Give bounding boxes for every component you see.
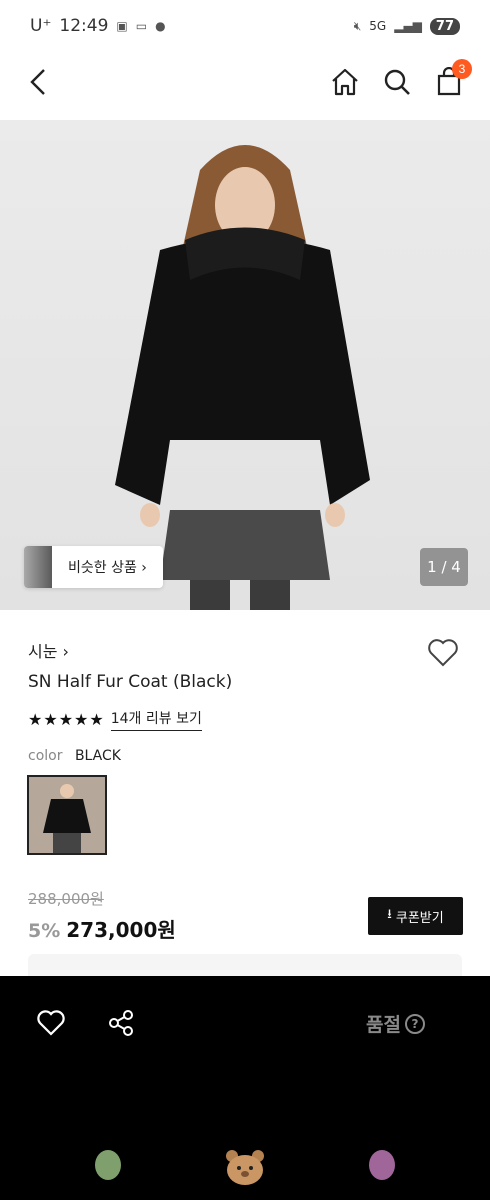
network-label: 5G xyxy=(369,19,387,33)
color-label: color xyxy=(28,748,63,764)
image-page-indicator: 1 / 4 xyxy=(420,548,468,586)
soldout-status: 품절 ? xyxy=(366,1010,425,1037)
rating-stars: ★★★★★ xyxy=(28,710,105,729)
price-row: 5% 273,000원 xyxy=(28,914,176,943)
discount-rate: 5% xyxy=(28,920,61,942)
help-icon[interactable]: ? xyxy=(404,1013,425,1034)
bottom-actions xyxy=(36,1008,136,1042)
review-link[interactable]: 14개 리뷰 보기 xyxy=(110,708,202,731)
share-icon[interactable] xyxy=(106,1008,136,1042)
bear-icon[interactable] xyxy=(224,1148,266,1190)
cart-icon[interactable]: 3 xyxy=(434,59,472,97)
back-icon[interactable] xyxy=(26,67,56,97)
original-price: 288,000원 xyxy=(28,890,104,908)
battery-indicator: 77 xyxy=(429,17,460,35)
model-illustration xyxy=(115,145,370,610)
bottom-heart-icon[interactable] xyxy=(36,1008,66,1042)
wishlist-heart-icon[interactable] xyxy=(426,636,460,670)
top-nav: 3 xyxy=(0,52,490,112)
notification-icon: ▭ xyxy=(135,19,148,33)
color-swatch-black[interactable] xyxy=(27,775,107,855)
similar-thumbnail xyxy=(24,546,52,588)
status-bar: U⁺ 12:49 ▣ ▭ ● 🔇︎ 5G ▂▄▆ 77 xyxy=(0,0,490,52)
mute-icon: 🔇︎ xyxy=(353,18,362,33)
dot-icon: ● xyxy=(155,19,166,33)
home-icon[interactable] xyxy=(330,67,360,97)
green-bean-icon[interactable] xyxy=(92,1148,124,1186)
purple-bean-icon[interactable] xyxy=(366,1148,398,1186)
product-name: SN Half Fur Coat (Black) xyxy=(28,672,233,692)
soldout-label: 품절 xyxy=(366,1014,401,1036)
similar-products-label: 비슷한 상품 › xyxy=(68,560,147,576)
coupon-label: 쿠폰받기 xyxy=(395,910,444,926)
carrier-label: U⁺ xyxy=(30,16,52,36)
product-image[interactable]: 비슷한 상품 › 1 / 4 xyxy=(0,120,490,610)
cart-count-badge: 3 xyxy=(452,59,472,79)
sale-price: 273,000원 xyxy=(66,918,176,942)
rating-row: ★★★★★ 14개 리뷰 보기 xyxy=(28,708,202,731)
similar-products-button[interactable]: 비슷한 상품 › xyxy=(24,546,163,588)
color-value: BLACK xyxy=(74,748,121,764)
brand-link[interactable]: 시눈 › xyxy=(28,638,69,662)
download-icon: ⭳ xyxy=(387,907,392,922)
coupon-button[interactable]: ⭳ 쿠폰받기 xyxy=(368,897,463,935)
search-icon[interactable] xyxy=(382,67,412,97)
time-label: 12:49 xyxy=(59,16,109,36)
signal-icon: ▂▄▆ xyxy=(394,19,422,33)
color-row: color BLACK xyxy=(28,748,121,764)
screenshot-icon: ▣ xyxy=(116,19,128,33)
swatch-illustration xyxy=(29,777,105,853)
